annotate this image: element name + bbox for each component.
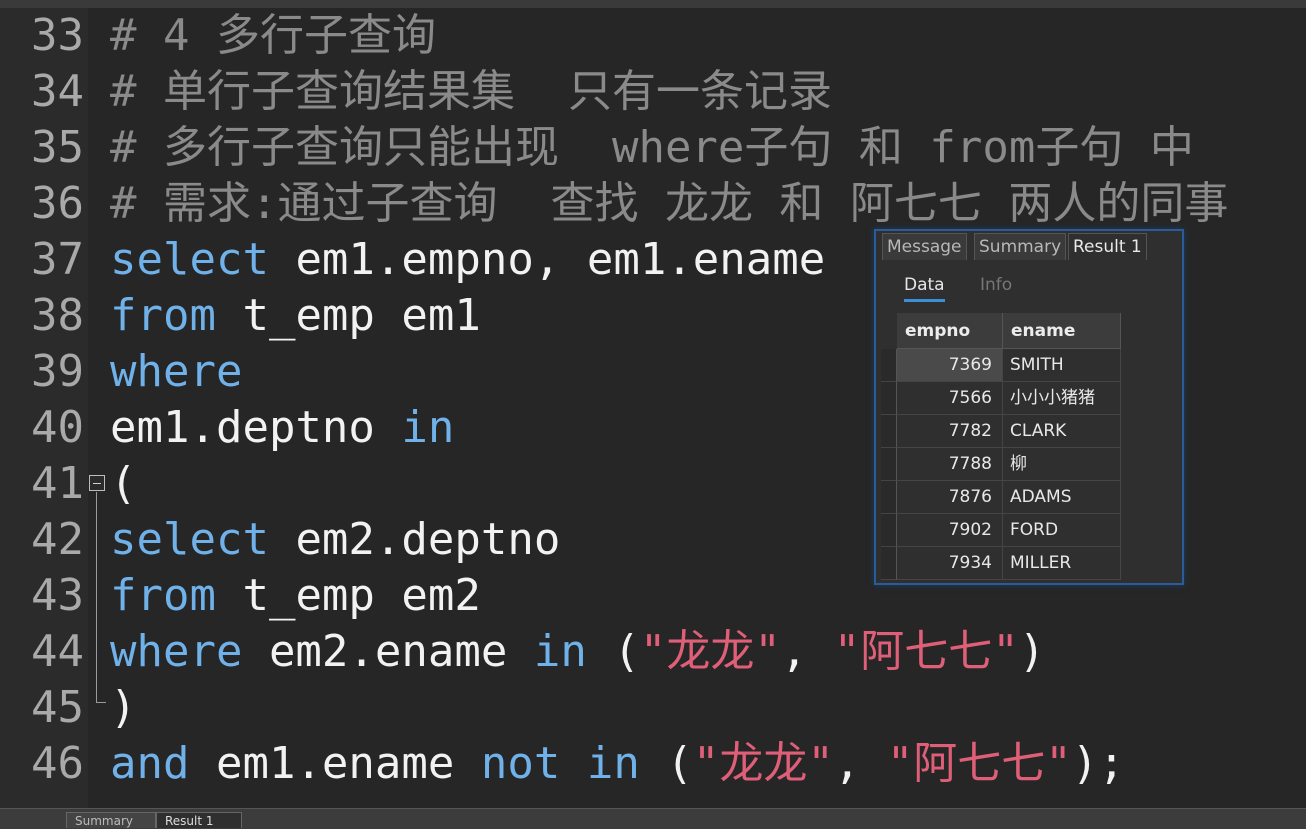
line-number: 43 (31, 570, 84, 621)
cell-empno[interactable]: 7369 (897, 349, 1003, 382)
code-token: em2.ename (242, 626, 534, 677)
tab-result-1[interactable]: Result 1 (1068, 233, 1147, 260)
code-line[interactable]: select em1.empno, em1.ename (110, 232, 825, 288)
result-panel: Message Summary Result 1 Data Info empno… (874, 229, 1184, 585)
code-line[interactable]: select em2.deptno (110, 512, 560, 568)
code-token: em1.empno, em1.ename (268, 234, 826, 285)
line-number: 34 (31, 66, 84, 117)
line-number: 46 (31, 738, 84, 789)
code-line[interactable]: from t_emp em2 (110, 568, 481, 624)
code-line[interactable]: # 单行子查询结果集 只有一条记录 (110, 64, 832, 120)
code-token: ) (1018, 626, 1046, 677)
code-token: select (110, 514, 269, 565)
cell-ename[interactable]: ADAMS (1003, 481, 1121, 514)
code-line[interactable]: and em1.ename not in ("龙龙", "阿七七"); (110, 736, 1125, 792)
line-number: 42 (31, 514, 84, 565)
code-token: ( (586, 626, 640, 677)
code-token: where (110, 346, 243, 397)
cell-empno[interactable]: 7566 (897, 382, 1003, 415)
line-number: 39 (31, 346, 84, 397)
cell-ename[interactable]: CLARK (1003, 415, 1121, 448)
code-token: ( (110, 458, 137, 509)
code-token: ( (639, 738, 693, 789)
code-line[interactable]: em1.deptno in (110, 400, 454, 456)
code-token: ); (1071, 738, 1125, 789)
subtab-data[interactable]: Data (904, 275, 945, 302)
code-line[interactable]: from t_emp em1 (110, 288, 481, 344)
tab-message[interactable]: Message (882, 233, 967, 260)
line-number: 36 (31, 178, 84, 229)
fold-guide-line (96, 492, 97, 702)
code-token: in (533, 626, 587, 677)
cell-empno[interactable]: 7782 (897, 415, 1003, 448)
row-selector[interactable] (881, 514, 897, 547)
line-number: 37 (31, 234, 84, 285)
code-line[interactable]: # 多行子查询只能出现 where子句 和 from子句 中 (110, 120, 1194, 176)
code-token: em1.ename (189, 738, 481, 789)
row-selector[interactable] (881, 415, 897, 448)
row-selector[interactable] (881, 448, 897, 481)
column-header-ename[interactable]: ename (1003, 313, 1121, 349)
cell-empno[interactable]: 7788 (897, 448, 1003, 481)
code-token: select (110, 234, 269, 285)
code-token: where (110, 626, 243, 677)
cell-ename[interactable]: FORD (1003, 514, 1121, 547)
code-token: em1.deptno (110, 402, 402, 453)
code-token: , (780, 626, 834, 677)
row-selector[interactable] (881, 547, 897, 580)
cell-ename[interactable]: SMITH (1003, 349, 1121, 382)
line-number: 40 (31, 402, 84, 453)
fold-guide-end (96, 702, 106, 703)
code-token: # 多行子查询只能出现 where子句 和 from子句 中 (110, 122, 1194, 173)
code-token: "龙龙" (639, 626, 781, 677)
code-token: in (401, 402, 455, 453)
line-number: 33 (31, 10, 84, 61)
code-token: t_emp em2 (215, 570, 481, 621)
code-token: "阿七七" (886, 738, 1072, 789)
code-token: # 需求:通过子查询 查找 龙龙 和 阿七七 两人的同事 (110, 178, 1229, 229)
code-token: , (833, 738, 887, 789)
code-token: in (586, 738, 640, 789)
column-header-empno[interactable]: empno (897, 313, 1003, 349)
cell-empno[interactable]: 7876 (897, 481, 1003, 514)
line-number: 38 (31, 290, 84, 341)
code-token: from (110, 290, 216, 341)
code-token: t_emp em1 (215, 290, 481, 341)
code-token: ) (110, 682, 137, 733)
fold-toggle-icon[interactable] (89, 475, 105, 491)
cell-empno[interactable]: 7902 (897, 514, 1003, 547)
line-number: 45 (31, 682, 84, 733)
result-subtabs: Data Info (876, 269, 1182, 307)
code-token: not (480, 738, 561, 789)
cell-ename[interactable]: MILLER (1003, 547, 1121, 580)
line-number: 41 (31, 458, 84, 509)
cell-ename[interactable]: 小小小猪猪 (1003, 382, 1121, 415)
code-line[interactable]: ( (110, 456, 137, 512)
code-token: # 单行子查询结果集 只有一条记录 (110, 66, 832, 117)
subtab-info[interactable]: Info (980, 275, 1012, 295)
code-token: em2.deptno (268, 514, 561, 565)
cell-empno[interactable]: 7934 (897, 547, 1003, 580)
code-token: "龙龙" (692, 738, 834, 789)
code-token: from (110, 570, 216, 621)
code-token: and (110, 738, 190, 789)
code-line[interactable]: # 4 多行子查询 (110, 8, 436, 64)
bottom-tab-summary[interactable]: Summary (66, 812, 156, 828)
code-line[interactable]: where em2.ename in ("龙龙", "阿七七") (110, 624, 1045, 680)
code-token: "阿七七" (833, 626, 1019, 677)
code-line[interactable]: # 需求:通过子查询 查找 龙龙 和 阿七七 两人的同事 (110, 176, 1228, 232)
window-top-bar (0, 0, 1306, 8)
bottom-tab-result-1[interactable]: Result 1 (156, 812, 242, 828)
line-number: 35 (31, 122, 84, 173)
tab-summary[interactable]: Summary (974, 233, 1067, 260)
code-line[interactable]: ) (110, 680, 137, 736)
code-line[interactable]: where (110, 344, 242, 400)
row-selector[interactable] (881, 349, 897, 382)
row-selector[interactable] (881, 382, 897, 415)
code-token: # 4 多行子查询 (110, 10, 436, 61)
cell-ename[interactable]: 柳 (1003, 448, 1121, 481)
row-selector[interactable] (881, 481, 897, 514)
line-number: 44 (31, 626, 84, 677)
